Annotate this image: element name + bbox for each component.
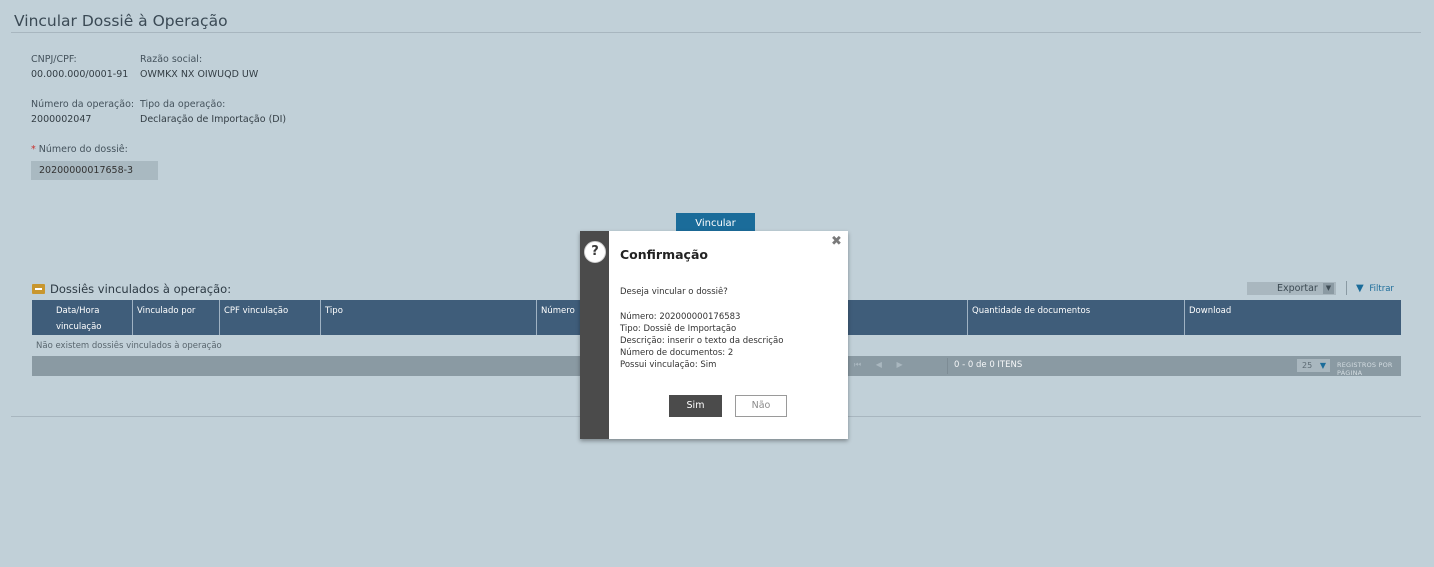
detail-numero: Número: 202000000176583 — [620, 312, 741, 322]
tipo-operacao-label: Tipo da operação: — [140, 99, 226, 110]
export-select-label: Exportar — [1277, 283, 1318, 294]
detail-descricao: Descrição: inserir o texto da descrição — [620, 336, 784, 346]
filter-icon: ▼ — [1356, 283, 1364, 294]
razao-social-value: OWMKX NX OIWUQD UW — [140, 69, 259, 80]
numero-dossie-field[interactable]: 20200000017658-3 — [31, 161, 158, 180]
close-icon[interactable]: ✖ — [831, 234, 842, 249]
cnpj-value: 00.000.000/0001-91 — [31, 69, 129, 80]
column-header-vinculado-por[interactable]: Vinculado por — [133, 300, 220, 335]
pager-divider — [947, 358, 948, 374]
column-header-data-hora[interactable]: Data/Hora vinculação — [32, 300, 133, 335]
confirmation-dialog: ? ✖ Confirmação Deseja vincular o dossiê… — [580, 231, 848, 439]
numero-operacao-value: 2000002047 — [31, 114, 92, 125]
question-icon: ? — [584, 241, 606, 263]
page-title: Vincular Dossiê à Operação — [14, 12, 228, 30]
detail-tipo: Tipo: Dossiê de Importação — [620, 324, 737, 334]
filter-label: Filtrar — [1369, 284, 1394, 294]
vincular-button[interactable]: Vincular — [676, 213, 755, 233]
filter-divider — [1346, 281, 1347, 295]
numero-dossie-label-text: Número do dossiê: — [38, 144, 128, 155]
column-header-download[interactable]: Download — [1185, 300, 1401, 335]
tipo-operacao-value: Declaração de Importação (DI) — [140, 114, 287, 125]
cnpj-label: CNPJ/CPF: — [31, 54, 77, 65]
detail-numero-documentos: Número de documentos: 2 — [620, 348, 734, 358]
collapse-section-icon[interactable] — [32, 284, 45, 294]
page-size-label: REGISTROS POR PÁGINA — [1337, 361, 1393, 377]
razao-social-label: Razão social: — [140, 54, 203, 65]
chevron-down-icon: ▼ — [1319, 361, 1326, 370]
confirm-no-button[interactable]: Não — [735, 395, 787, 417]
numero-operacao-label: Número da operação: — [31, 99, 135, 110]
dialog-question: Deseja vincular o dossiê? — [620, 287, 728, 297]
dialog-side-bar: ? — [580, 231, 609, 439]
empty-table-message: Não existem dossiês vinculados à operaçã… — [36, 341, 222, 351]
confirm-yes-button[interactable]: Sim — [669, 395, 722, 417]
title-divider — [11, 32, 1421, 33]
page-size-value: 25 — [1302, 361, 1313, 370]
required-mark: * — [31, 144, 36, 155]
export-select[interactable]: Exportar ▼ — [1247, 282, 1336, 295]
pager-info: 0 - 0 de 0 ITENS — [954, 360, 1023, 370]
detail-possui-vinculacao: Possui vinculação: Sim — [620, 360, 717, 370]
pager-nav-arrows-icon[interactable]: ⏮ ◀ ▶ — [854, 360, 909, 370]
column-header-tipo[interactable]: Tipo — [321, 300, 537, 335]
section-title: Dossiês vinculados à operação: — [50, 282, 232, 296]
filter-button[interactable]: ▼ Filtrar — [1356, 283, 1394, 294]
numero-dossie-label: * Número do dossiê: — [31, 144, 128, 155]
column-header-quantidade-documentos[interactable]: Quantidade de documentos — [968, 300, 1185, 335]
dialog-details: Número: 202000000176583 Tipo: Dossiê de … — [620, 311, 783, 371]
page-size-select[interactable]: 25 ▼ — [1297, 359, 1330, 372]
column-header-cpf-vinculacao[interactable]: CPF vinculação — [220, 300, 321, 335]
dialog-title: Confirmação — [620, 247, 708, 262]
chevron-down-icon: ▼ — [1323, 283, 1334, 294]
